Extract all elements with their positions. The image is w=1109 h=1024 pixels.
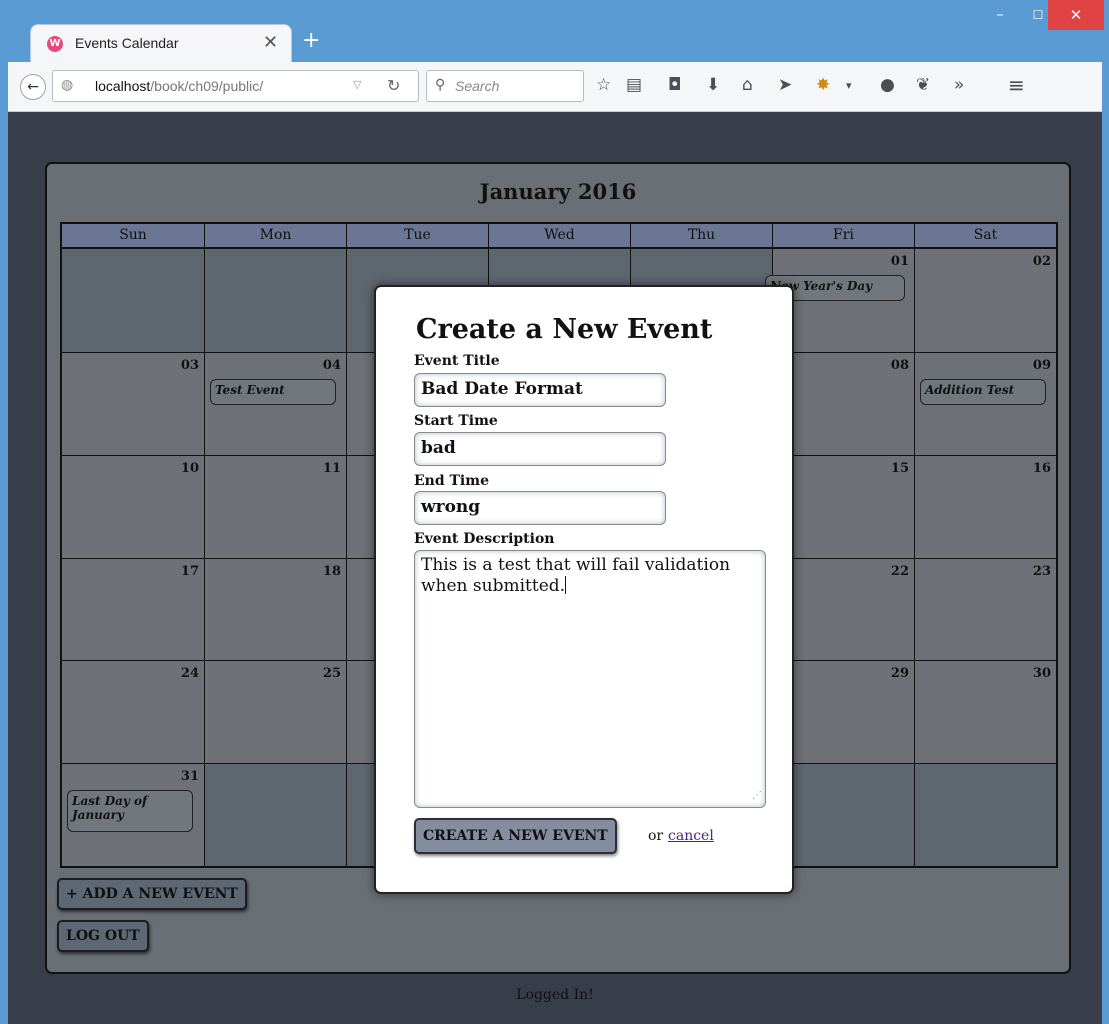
weekday-label: Mon bbox=[204, 224, 346, 247]
modal-title: Create a New Event bbox=[416, 314, 713, 345]
addon-icon[interactable]: ✸ bbox=[816, 75, 830, 95]
day-number: 31 bbox=[180, 769, 199, 785]
day-number: 01 bbox=[890, 254, 909, 269]
reading-list-icon[interactable]: ▤ bbox=[626, 75, 642, 95]
overflow-icon[interactable]: » bbox=[954, 75, 964, 95]
calendar-cell: 31 Last Day of January bbox=[62, 763, 204, 866]
calendar-cell: 10 bbox=[62, 454, 204, 558]
calendar-cell: 18 bbox=[204, 557, 346, 661]
cancel-link[interactable]: cancel bbox=[668, 828, 714, 844]
calendar-cell: 02 bbox=[914, 249, 1056, 352]
calendar-cell: 17 bbox=[62, 557, 204, 661]
day-number: 04 bbox=[322, 357, 341, 373]
close-tab-icon[interactable]: ✕ bbox=[263, 32, 278, 53]
reload-icon[interactable]: ↻ bbox=[387, 76, 400, 95]
globe-icon: ◍ bbox=[61, 77, 74, 93]
create-event-modal: Create a New Event Event Title Bad Date … bbox=[374, 285, 794, 894]
day-number: 16 bbox=[1032, 460, 1051, 476]
start-time-input[interactable]: bad bbox=[414, 432, 666, 466]
menu-icon[interactable]: ≡ bbox=[1008, 73, 1025, 97]
event-title-input[interactable]: Bad Date Format bbox=[414, 373, 666, 407]
browser-titlebar: W Events Calendar ✕ + – ☐ ✕ bbox=[0, 0, 1109, 62]
url-dropdown-icon[interactable]: ▽ bbox=[353, 78, 361, 91]
end-time-input[interactable]: wrong bbox=[414, 491, 666, 525]
day-number: 11 bbox=[322, 460, 341, 476]
event-description-label: Event Description bbox=[414, 531, 555, 547]
calendar-cell-empty bbox=[914, 763, 1056, 866]
day-number: 24 bbox=[180, 666, 199, 682]
event-title-label: Event Title bbox=[414, 353, 500, 369]
extension-icon[interactable]: ❦ bbox=[916, 75, 930, 95]
day-number: 17 bbox=[180, 563, 199, 579]
calendar-cell: 09 Addition Test bbox=[914, 351, 1056, 455]
weekday-label: Tue bbox=[346, 224, 488, 247]
create-event-button[interactable]: CREATE A NEW EVENT bbox=[414, 818, 617, 854]
calendar-cell: 03 bbox=[62, 351, 204, 455]
day-number: 25 bbox=[322, 666, 341, 682]
text-caret bbox=[565, 576, 567, 594]
calendar-cell: 16 bbox=[914, 454, 1056, 558]
addon-dropdown-icon[interactable]: ▾ bbox=[846, 79, 852, 92]
resize-grip-icon[interactable]: ⋰ bbox=[752, 785, 762, 806]
day-number: 23 bbox=[1032, 563, 1051, 579]
url-bar[interactable]: ◍ localhost/book/ch09/public/ ▽ ↻ bbox=[52, 70, 419, 102]
calendar-cell: 25 bbox=[204, 660, 346, 764]
calendar-cell-empty bbox=[62, 249, 204, 352]
add-event-button[interactable]: + ADD A NEW EVENT bbox=[57, 878, 247, 910]
event-link[interactable]: Last Day of January bbox=[67, 790, 193, 833]
login-status: Logged In! bbox=[516, 987, 594, 1003]
event-description-textarea[interactable]: This is a test that will fail validation… bbox=[414, 550, 766, 808]
search-placeholder: Search bbox=[455, 78, 500, 94]
browser-navbar: ← ◍ localhost/book/ch09/public/ ▽ ↻ ⚲ Se… bbox=[8, 62, 1102, 112]
send-icon[interactable]: ➤ bbox=[778, 75, 792, 95]
search-icon: ⚲ bbox=[435, 77, 446, 93]
calendar-title: January 2016 bbox=[479, 179, 637, 204]
calendar-cell: 30 bbox=[914, 660, 1056, 764]
chat-icon[interactable]: ● bbox=[880, 75, 895, 95]
weekday-label: Fri bbox=[772, 224, 914, 247]
day-number: 15 bbox=[890, 460, 909, 476]
calendar-cell: 23 bbox=[914, 557, 1056, 661]
day-number: 22 bbox=[890, 563, 909, 579]
search-input[interactable]: ⚲ Search bbox=[426, 70, 584, 102]
calendar-cell-empty bbox=[204, 763, 346, 866]
description-text: This is a test that will fail validation… bbox=[421, 555, 731, 596]
weekday-header: Sun Mon Tue Wed Thu Fri Sat bbox=[60, 222, 1058, 249]
back-arrow-icon[interactable]: ← bbox=[20, 74, 46, 100]
day-number: 08 bbox=[890, 357, 909, 373]
event-link[interactable]: Addition Test bbox=[920, 378, 1046, 405]
calendar-cell: 11 bbox=[204, 454, 346, 558]
weekday-label: Wed bbox=[488, 224, 630, 247]
calendar-cell-empty bbox=[204, 249, 346, 352]
weekday-label: Thu bbox=[630, 224, 772, 247]
or-text: or bbox=[648, 828, 664, 844]
url-text: localhost/book/ch09/public/ bbox=[95, 78, 264, 94]
browser-tab[interactable]: W Events Calendar ✕ bbox=[30, 24, 292, 62]
event-link[interactable]: Test Event bbox=[210, 378, 336, 405]
day-number: 29 bbox=[890, 666, 909, 682]
day-number: 30 bbox=[1032, 666, 1051, 682]
logout-button[interactable]: LOG OUT bbox=[57, 920, 149, 952]
day-number: 02 bbox=[1032, 254, 1051, 269]
day-number: 03 bbox=[180, 357, 199, 373]
calendar-cell: 24 bbox=[62, 660, 204, 764]
day-number: 09 bbox=[1032, 357, 1051, 373]
new-tab-icon[interactable]: + bbox=[302, 28, 320, 53]
end-time-label: End Time bbox=[414, 473, 489, 489]
window-close-icon[interactable]: ✕ bbox=[1048, 0, 1104, 30]
pocket-icon[interactable]: ◘ bbox=[668, 75, 681, 95]
start-time-label: Start Time bbox=[414, 413, 498, 429]
bookmark-star-icon[interactable]: ☆ bbox=[596, 75, 611, 95]
favicon-icon: W bbox=[47, 36, 63, 52]
day-number: 10 bbox=[180, 460, 199, 476]
tab-title: Events Calendar bbox=[75, 35, 179, 51]
home-icon[interactable]: ⌂ bbox=[742, 75, 753, 95]
weekday-label: Sat bbox=[914, 224, 1056, 247]
minimize-icon[interactable]: – bbox=[980, 0, 1020, 30]
day-number: 18 bbox=[322, 563, 341, 579]
calendar-cell: 04 Test Event bbox=[204, 351, 346, 455]
weekday-label: Sun bbox=[119, 227, 147, 243]
download-icon[interactable]: ⬇ bbox=[706, 75, 720, 95]
